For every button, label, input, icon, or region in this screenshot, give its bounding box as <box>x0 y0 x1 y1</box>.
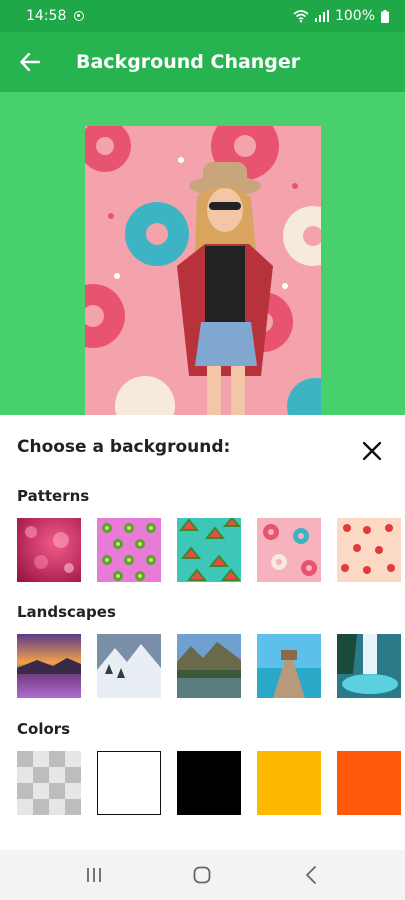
sheet-title: Choose a background: <box>17 437 231 457</box>
wifi-icon <box>293 10 309 23</box>
section-label-landscapes: Landscapes <box>17 603 116 621</box>
page-title: Background Changer <box>76 51 301 73</box>
arrow-left-icon <box>20 53 40 71</box>
signal-icon <box>314 10 329 22</box>
pattern-thumb-watermelon[interactable] <box>177 518 241 582</box>
section-label-patterns: Patterns <box>17 487 90 505</box>
battery-percentage: 100% <box>334 8 375 24</box>
landscape-thumb-waterfall[interactable] <box>337 634 401 698</box>
color-swatch-black[interactable] <box>177 751 241 815</box>
status-right: 100% <box>293 8 389 24</box>
colors-row <box>17 751 405 815</box>
back-button[interactable] <box>0 32 60 92</box>
preview-image[interactable] <box>85 126 321 415</box>
system-nav-bar <box>0 850 405 900</box>
color-swatch-amber[interactable] <box>257 751 321 815</box>
home-button[interactable] <box>172 855 232 895</box>
close-button[interactable] <box>356 435 388 467</box>
back-nav-button[interactable] <box>281 855 341 895</box>
color-swatch-transparent[interactable] <box>17 751 81 815</box>
battery-icon <box>381 9 389 23</box>
pattern-thumb-kiwi[interactable] <box>97 518 161 582</box>
app-bar: Background Changer <box>0 32 405 92</box>
status-left: 14:58 <box>26 8 85 24</box>
notification-icon <box>74 11 85 21</box>
status-bar: 14:58 100% <box>0 0 405 32</box>
recents-icon <box>87 868 102 882</box>
recents-button[interactable] <box>64 855 124 895</box>
status-time: 14:58 <box>26 8 67 24</box>
patterns-row <box>17 518 405 582</box>
close-icon <box>363 442 381 460</box>
landscape-thumb-lake-forest[interactable] <box>177 634 241 698</box>
pattern-thumb-strawberry[interactable] <box>337 518 401 582</box>
background-chooser-sheet: Choose a background: Patterns Landscapes… <box>0 415 405 850</box>
pattern-thumb-donut[interactable] <box>257 518 321 582</box>
landscapes-row <box>17 634 405 698</box>
landscape-thumb-snowy-mountains[interactable] <box>97 634 161 698</box>
preview-area <box>0 92 405 415</box>
chevron-left-icon <box>305 866 316 884</box>
section-label-colors: Colors <box>17 720 71 738</box>
landscape-thumb-beach-pier[interactable] <box>257 634 321 698</box>
color-swatch-orange[interactable] <box>337 751 401 815</box>
color-swatch-white[interactable] <box>97 751 161 815</box>
home-icon <box>194 866 211 884</box>
pattern-thumb-bokeh[interactable] <box>17 518 81 582</box>
landscape-thumb-lavender-sunset[interactable] <box>17 634 81 698</box>
